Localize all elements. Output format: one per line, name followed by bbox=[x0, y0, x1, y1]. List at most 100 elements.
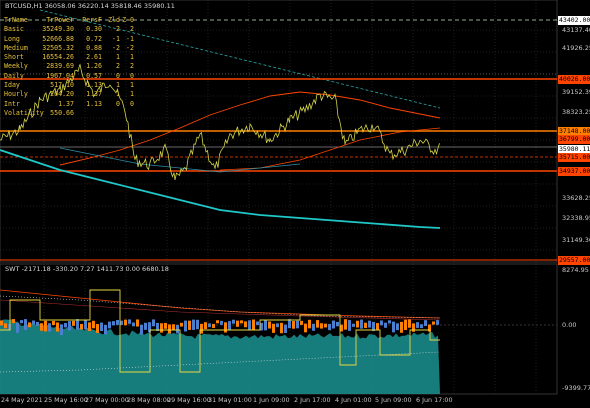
trend-row-long: Long 52666.88 0.72 -1 -1 bbox=[4, 34, 134, 43]
osc-axis-label: 0.00 bbox=[562, 321, 577, 329]
osc-bar bbox=[280, 322, 283, 334]
osc-bar bbox=[224, 322, 227, 333]
osc-bar bbox=[392, 321, 395, 333]
osc-bar bbox=[164, 322, 167, 329]
osc-bar bbox=[40, 323, 43, 331]
osc-bar bbox=[72, 320, 75, 326]
time-axis-label: 5 Jun 09:00 bbox=[375, 396, 412, 404]
osc-bar bbox=[52, 320, 55, 325]
osc-bar bbox=[16, 322, 19, 333]
time-axis-label: 2 Jun 17:00 bbox=[294, 396, 331, 404]
oscillator-title: SWT -2171.18 -330.20 7.27 1411.73 0.00 6… bbox=[5, 265, 169, 273]
osc-bar bbox=[216, 320, 219, 324]
osc-bar bbox=[360, 319, 363, 329]
osc-dotted-line bbox=[0, 295, 441, 319]
osc-bar bbox=[268, 321, 271, 329]
osc-bar bbox=[68, 321, 71, 331]
osc-bar bbox=[348, 320, 351, 331]
osc-bar bbox=[344, 319, 347, 330]
ma-teal-line bbox=[0, 149, 441, 229]
osc-bar bbox=[212, 323, 215, 328]
osc-bar bbox=[264, 320, 267, 331]
osc-bar bbox=[12, 319, 15, 324]
osc-bar bbox=[196, 319, 199, 330]
time-axis-label: 6 Jun 17:00 bbox=[416, 396, 453, 404]
trend-row-iday: Iday 517.10 1.13 1 1 bbox=[4, 81, 134, 90]
time-axis-label: 29 May 16:00 bbox=[167, 396, 211, 404]
osc-bar bbox=[136, 319, 139, 327]
osc-bar bbox=[380, 320, 383, 326]
trend-row-intr: Intr 1.37 1.13 0 0 bbox=[4, 99, 134, 108]
osc-bar bbox=[396, 323, 399, 331]
time-axis-label: 1 Jun 09:00 bbox=[253, 396, 290, 404]
level-tag-red-3: 34937.00 bbox=[558, 167, 590, 176]
trend-row-daily: Daily 1967.04 0.57 0 0 bbox=[4, 71, 134, 80]
osc-bar bbox=[84, 320, 87, 330]
osc-bar bbox=[44, 320, 47, 332]
osc-bar bbox=[296, 320, 299, 329]
trend-row-weekly: Weekly 2839.69 1.26 2 2 bbox=[4, 62, 134, 71]
osc-bar bbox=[228, 321, 231, 331]
osc-bar bbox=[416, 322, 419, 328]
osc-bar bbox=[112, 321, 115, 326]
osc-bar bbox=[144, 322, 147, 330]
osc-bar bbox=[108, 321, 111, 329]
time-axis-label: 27 May 00:00 bbox=[85, 396, 129, 404]
osc-bar bbox=[304, 323, 307, 333]
osc-bar bbox=[300, 320, 303, 325]
osc-bar bbox=[356, 320, 359, 328]
osc-bar bbox=[176, 324, 179, 334]
price-axis-label: 32338.95 bbox=[562, 214, 590, 222]
osc-bar bbox=[276, 323, 279, 328]
osc-bar bbox=[128, 319, 131, 324]
level-tag-red-2: 35715.00 bbox=[558, 153, 590, 162]
osc-bar bbox=[352, 323, 355, 327]
osc-bar bbox=[308, 319, 311, 329]
price-axis-label: 38323.25 bbox=[562, 108, 590, 116]
price-axis-label: 33628.25 bbox=[562, 194, 590, 202]
osc-bar bbox=[436, 319, 439, 325]
osc-bar bbox=[24, 319, 27, 331]
osc-bar bbox=[288, 319, 291, 329]
osc-bar bbox=[204, 322, 207, 329]
osc-bar bbox=[184, 320, 187, 332]
osc-bar bbox=[180, 322, 183, 327]
osc-bar bbox=[88, 322, 91, 331]
osc-bar bbox=[384, 322, 387, 328]
osc-bar bbox=[140, 324, 143, 335]
osc-bar bbox=[76, 319, 79, 330]
osc-bar bbox=[412, 323, 415, 332]
osc-bar bbox=[244, 321, 247, 328]
osc-bar bbox=[404, 319, 407, 331]
osc-bar bbox=[100, 322, 103, 332]
osc-bar bbox=[236, 320, 239, 327]
osc-bar bbox=[28, 322, 31, 328]
trend-row-volatility: Volatility 550.66 bbox=[4, 108, 74, 117]
osc-bar bbox=[376, 323, 379, 331]
osc-bar bbox=[400, 321, 403, 333]
osc-bar bbox=[208, 323, 211, 328]
osc-bar bbox=[56, 322, 59, 332]
osc-bar bbox=[408, 319, 411, 328]
osc-bar bbox=[48, 323, 51, 332]
price-axis-label: 31149.36 bbox=[562, 236, 590, 244]
osc-axis-label: -9399.77 bbox=[562, 384, 590, 392]
osc-bar bbox=[188, 320, 191, 330]
time-axis-label: 4 Jun 01:00 bbox=[335, 396, 372, 404]
time-axis-label: 28 May 08:00 bbox=[127, 396, 171, 404]
osc-bar bbox=[0, 320, 3, 326]
osc-bar bbox=[172, 324, 175, 331]
osc-bar bbox=[232, 319, 235, 324]
osc-bar bbox=[192, 319, 195, 330]
time-axis-label: 25 May 16:00 bbox=[44, 396, 88, 404]
osc-bar bbox=[132, 322, 135, 327]
osc-bar bbox=[312, 323, 315, 331]
osc-bar bbox=[272, 323, 275, 333]
osc-bar bbox=[428, 324, 431, 332]
trend-row-short: Short 16554.26 2.61 1 1 bbox=[4, 53, 134, 62]
osc-bar bbox=[368, 320, 371, 328]
osc-bar bbox=[152, 319, 155, 327]
osc-bar bbox=[248, 320, 251, 331]
osc-bar bbox=[256, 321, 259, 326]
time-axis-label: 31 May 01:00 bbox=[208, 396, 252, 404]
